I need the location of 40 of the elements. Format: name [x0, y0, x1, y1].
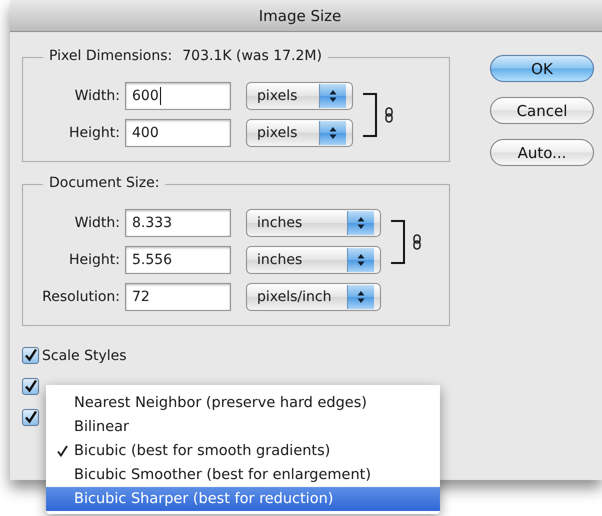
number-field[interactable]: 5.556	[125, 246, 231, 274]
field-label: Resolution:	[41, 289, 121, 305]
field-label: Width:	[74, 88, 121, 104]
size-readout: 703.1K (was 17.2M)	[182, 48, 322, 64]
stepper-arrows-icon	[357, 290, 365, 304]
checkbox[interactable]	[22, 378, 39, 395]
field-label: Height:	[68, 125, 121, 141]
group-title: Pixel Dimensions:	[49, 48, 172, 64]
stepper-arrows-icon	[357, 216, 365, 230]
unit-dropdown[interactable]: inches	[246, 246, 381, 274]
unit-dropdown[interactable]: pixels/inch	[246, 283, 381, 311]
field-label: Width:	[74, 215, 121, 231]
dialog-button[interactable]: Auto...	[490, 139, 594, 166]
unit-dropdown[interactable]: inches	[246, 209, 381, 237]
number-field[interactable]: 400	[125, 119, 231, 147]
number-field[interactable]: 8.333	[125, 209, 231, 237]
stepper-arrows-icon	[329, 126, 337, 140]
dialog-button[interactable]: Cancel	[490, 97, 594, 124]
chain-link-icon[interactable]	[413, 234, 421, 250]
menu-item[interactable]: Nearest Neighbor (preserve hard edges)	[46, 391, 440, 415]
chain-link-icon[interactable]	[385, 106, 393, 122]
link-bracket	[391, 220, 405, 264]
group-title: Document Size:	[49, 175, 160, 191]
window-title: Image Size	[10, 0, 602, 32]
checkbox-label[interactable]: Scale Styles	[42, 348, 127, 364]
stepper-arrows-icon	[357, 253, 365, 267]
checkbox[interactable]	[22, 347, 39, 364]
menu-item[interactable]: Bicubic Smoother (best for enlargement)	[46, 463, 440, 487]
menu-item[interactable]: Bilinear	[46, 415, 440, 439]
unit-dropdown[interactable]: pixels	[246, 119, 353, 147]
field-label: Height:	[68, 252, 121, 268]
link-bracket	[363, 92, 377, 136]
checkbox[interactable]	[22, 409, 39, 426]
number-field[interactable]: 72	[125, 283, 231, 311]
menu-item[interactable]: Bicubic (best for smooth gradients)	[46, 439, 440, 463]
menu-item[interactable]: Bicubic Sharper (best for reduction)	[46, 487, 440, 511]
stepper-arrows-icon	[329, 89, 337, 103]
unit-dropdown[interactable]: pixels	[246, 82, 353, 110]
dialog-button[interactable]: OK	[490, 55, 594, 82]
number-field[interactable]: 600	[125, 82, 231, 110]
